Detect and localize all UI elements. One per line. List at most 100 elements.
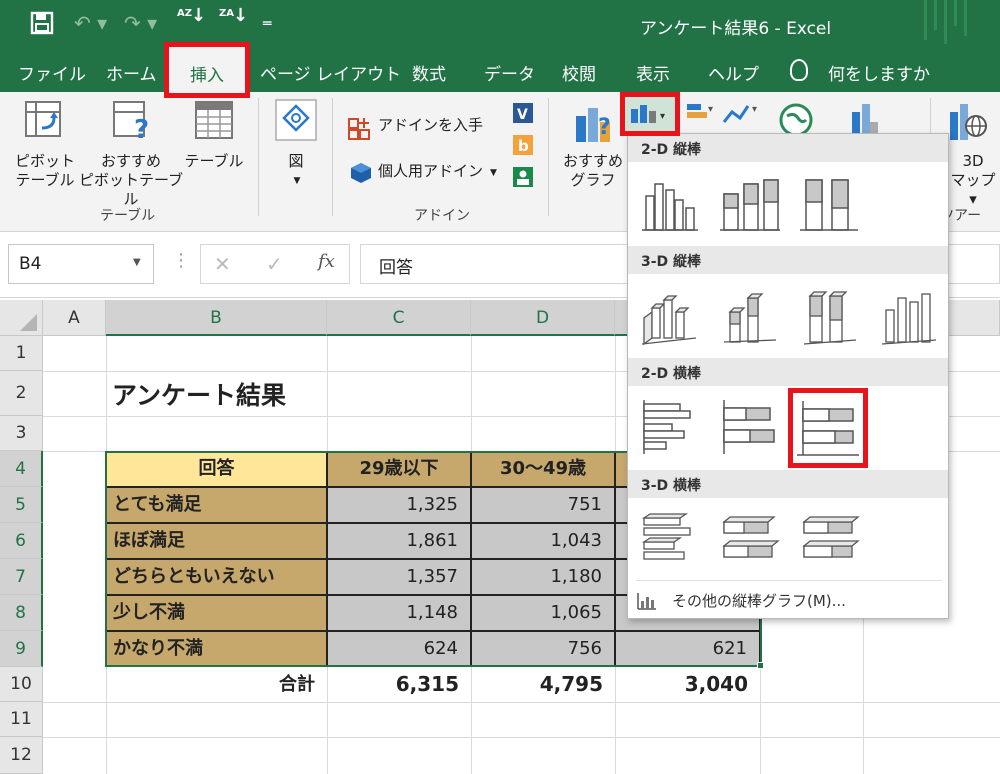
window-title: アンケート結果6 - Excel: [640, 19, 832, 39]
my-addins-dropdown-icon[interactable]: ▼: [490, 164, 497, 183]
save-icon[interactable]: [30, 11, 54, 40]
illustrations-dropdown-icon[interactable]: ▼: [290, 172, 304, 191]
row-header-10[interactable]: 10: [0, 667, 43, 702]
clustered-bar-option[interactable]: [636, 394, 702, 460]
decoration: [934, 0, 937, 30]
bing-icon[interactable]: b: [512, 134, 534, 160]
total-cell[interactable]: 6,315: [327, 667, 471, 702]
row-header-7[interactable]: 7: [0, 559, 43, 595]
3d-100-stacked-bar-option[interactable]: [796, 506, 862, 572]
3d-clustered-bar-option[interactable]: [636, 506, 702, 572]
group-label-addins: アドイン: [414, 208, 470, 224]
row-header-12[interactable]: 12: [0, 737, 43, 774]
total-label-cell[interactable]: 合計: [106, 667, 327, 702]
row-header-3[interactable]: 3: [0, 416, 43, 451]
people-graph-icon[interactable]: [512, 166, 534, 192]
pivot-table-button[interactable]: ピボット テーブル: [10, 152, 80, 190]
recommended-pivot-label-1: おすすめ: [100, 152, 161, 170]
3d-map-label-2: マップ ▾: [950, 171, 996, 208]
tab-formulas[interactable]: 数式: [412, 60, 446, 85]
column-header-c[interactable]: C: [327, 300, 471, 336]
insert-function-icon[interactable]: fx: [318, 251, 335, 272]
row-header-4[interactable]: 4: [0, 451, 43, 487]
tab-help[interactable]: ヘルプ: [708, 60, 759, 85]
select-all-button[interactable]: [0, 300, 43, 336]
fill-handle[interactable]: [757, 662, 764, 669]
row-header-5[interactable]: 5: [0, 487, 43, 523]
row-header-11[interactable]: 11: [0, 702, 43, 737]
my-addins-icon[interactable]: [350, 162, 372, 188]
section-2d-column: 2-D 縦棒: [628, 134, 948, 162]
ribbon-tabs: ファイル ホーム ページ レイアウト 数式 データ 校閲 表示 ヘルプ 何をしま…: [0, 50, 1000, 92]
pivot-table-icon[interactable]: [24, 100, 64, 144]
tab-file[interactable]: ファイル: [18, 60, 86, 85]
visio-icon[interactable]: V: [512, 102, 534, 128]
sheet-title[interactable]: アンケート結果: [112, 376, 286, 412]
section-3d-column: 3-D 縦棒: [628, 246, 948, 274]
bar-chart-icon[interactable]: ▾: [686, 102, 716, 130]
decoration: [924, 0, 927, 40]
table-icon[interactable]: [194, 100, 234, 144]
3d-stacked-bar-option[interactable]: [716, 506, 782, 572]
row-header-8[interactable]: 8: [0, 595, 43, 631]
row-header-9[interactable]: 9: [0, 631, 43, 667]
recommended-charts-button[interactable]: おすすめ グラフ: [560, 152, 626, 190]
enter-icon[interactable]: ✓: [266, 252, 283, 276]
3d-clustered-column-option[interactable]: [636, 282, 702, 348]
stacked-column-option[interactable]: [716, 170, 782, 236]
3d-column-option[interactable]: [876, 282, 942, 348]
tab-home[interactable]: ホーム: [106, 60, 157, 85]
total-cell[interactable]: 3,040: [615, 667, 760, 702]
pivot-table-label-1: ピボット: [14, 152, 75, 170]
3d-map-icon[interactable]: [948, 102, 988, 146]
svg-text:▾: ▾: [660, 111, 665, 122]
undo-icon[interactable]: ↶ ▾: [74, 11, 107, 35]
row-header-1[interactable]: 1: [0, 336, 43, 371]
column-header-b[interactable]: B: [106, 300, 327, 336]
store-icon[interactable]: [348, 116, 372, 144]
line-chart-icon[interactable]: ▾: [722, 102, 762, 130]
svg-text:b: b: [518, 137, 529, 155]
recommended-charts-icon[interactable]: ?: [574, 102, 618, 150]
recommended-pivot-icon[interactable]: ?: [112, 100, 154, 146]
100-stacked-bar-option[interactable]: [788, 388, 868, 468]
tab-view[interactable]: 表示: [636, 60, 670, 85]
get-addins-button[interactable]: アドインを入手: [378, 116, 483, 135]
row-header-6[interactable]: 6: [0, 523, 43, 559]
cancel-icon[interactable]: ✕: [214, 252, 231, 276]
total-cell[interactable]: 4,795: [471, 667, 615, 702]
column-header-a[interactable]: A: [43, 300, 106, 336]
pivot-table-label-2: テーブル: [15, 171, 75, 189]
customize-qat-icon[interactable]: ═: [263, 16, 271, 32]
column-chart-button[interactable]: ▾: [620, 92, 680, 136]
formula-bar-resize-handle[interactable]: ⋮: [172, 250, 190, 271]
section-3d-bar: 3-D 横棒: [628, 470, 948, 498]
column-header-d[interactable]: D: [471, 300, 615, 336]
name-box-dropdown-icon[interactable]: ▼: [133, 257, 141, 268]
recommended-pivot-button[interactable]: おすすめ ピボットテーブル: [76, 152, 186, 209]
my-addins-button[interactable]: 個人用アドイン: [378, 162, 483, 181]
decoration: [944, 0, 947, 44]
tell-me-search[interactable]: 何をしますか: [828, 60, 930, 85]
redo-icon[interactable]: ↷ ▾: [124, 11, 157, 35]
3d-stacked-column-option[interactable]: [716, 282, 782, 348]
sort-descending-icon[interactable]: ZA ↓: [219, 7, 248, 38]
3d-100-stacked-column-option[interactable]: [796, 282, 862, 348]
tab-insert[interactable]: 挿入: [164, 42, 250, 98]
table-button[interactable]: テーブル: [180, 152, 248, 171]
100-stacked-column-option[interactable]: [796, 170, 862, 236]
illustrations-icon[interactable]: [274, 98, 318, 146]
sort-ascending-icon[interactable]: AZ ↓: [177, 7, 206, 38]
stacked-bar-option[interactable]: [716, 394, 782, 460]
tab-data[interactable]: データ: [484, 60, 535, 85]
illustrations-button[interactable]: 図: [284, 152, 308, 171]
tab-review[interactable]: 校閲: [562, 60, 596, 85]
svg-text:▾: ▾: [708, 104, 713, 115]
row-header-2[interactable]: 2: [0, 371, 43, 416]
column-chart-gallery: 2-D 縦棒 3-D 縦棒 2-D 横棒 3-D 横棒 その他の縦棒グラフ(M)…: [627, 133, 949, 619]
group-separator: [332, 98, 333, 216]
tab-page-layout[interactable]: ページ レイアウト: [260, 60, 401, 85]
clustered-column-option[interactable]: [636, 170, 702, 236]
3d-map-label-2-text: マップ: [950, 171, 996, 189]
3d-map-button[interactable]: 3D マップ ▾: [948, 152, 998, 209]
